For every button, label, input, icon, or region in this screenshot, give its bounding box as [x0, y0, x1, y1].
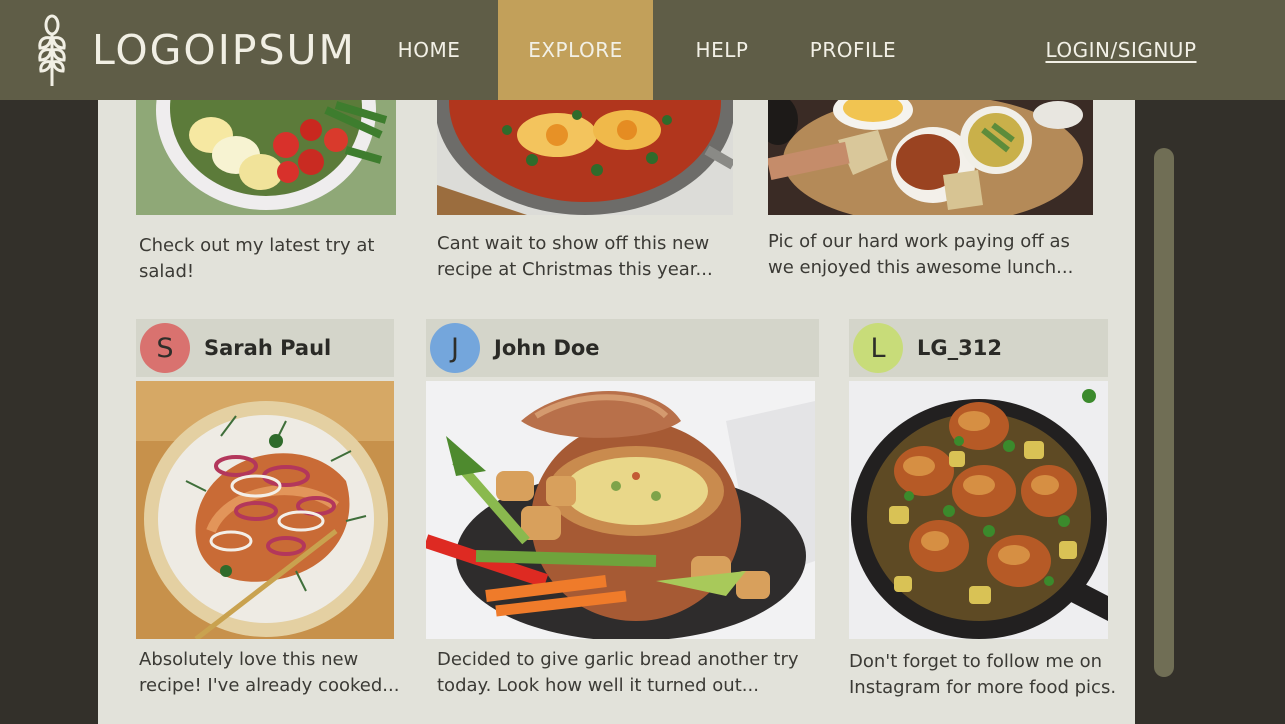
nav-profile[interactable]: PROFILE: [796, 0, 910, 100]
shakshuka-photo[interactable]: [437, 100, 733, 215]
username[interactable]: John Doe: [494, 336, 600, 360]
avatar[interactable]: L: [853, 323, 903, 373]
post-caption: Don't forget to follow me on Instagram f…: [849, 651, 1117, 698]
post-header[interactable]: J John Doe: [426, 319, 819, 377]
garlic-bread-photo[interactable]: [426, 381, 815, 639]
post-caption: Check out my latest try at salad!: [139, 235, 375, 282]
post-caption: Absolutely love this new recipe! I've al…: [139, 649, 400, 696]
fish-plate-photo[interactable]: [136, 381, 394, 639]
salad-photo[interactable]: [136, 100, 396, 215]
nav-help[interactable]: HELP: [680, 0, 764, 100]
lunch-photo[interactable]: [768, 100, 1093, 215]
logo[interactable]: LOGOIPSUM: [36, 12, 356, 88]
avatar[interactable]: J: [430, 323, 480, 373]
post-caption: Pic of our hard work paying off as we en…: [768, 231, 1074, 278]
feed-panel: Check out my latest try at salad! Cant w…: [98, 100, 1135, 724]
post-caption: Decided to give garlic bread another try…: [437, 649, 799, 696]
login-signup-link[interactable]: LOGIN/SIGNUP: [1030, 0, 1212, 100]
chicken-skillet-photo[interactable]: [849, 381, 1108, 639]
post-header[interactable]: L LG_312: [849, 319, 1108, 377]
wheat-icon: [38, 14, 66, 86]
post-header[interactable]: S Sarah Paul: [136, 319, 394, 377]
avatar[interactable]: S: [140, 323, 190, 373]
top-navbar: LOGOIPSUM HOME EXPLORE HELP PROFILE LOGI…: [0, 0, 1285, 100]
scrollbar[interactable]: [1154, 148, 1174, 677]
post-caption: Cant wait to show off this new recipe at…: [437, 233, 713, 280]
username[interactable]: Sarah Paul: [204, 336, 331, 360]
nav-explore[interactable]: EXPLORE: [498, 0, 653, 100]
logo-text: LOGOIPSUM: [92, 26, 356, 74]
nav-home[interactable]: HOME: [380, 0, 478, 100]
username[interactable]: LG_312: [917, 336, 1002, 360]
